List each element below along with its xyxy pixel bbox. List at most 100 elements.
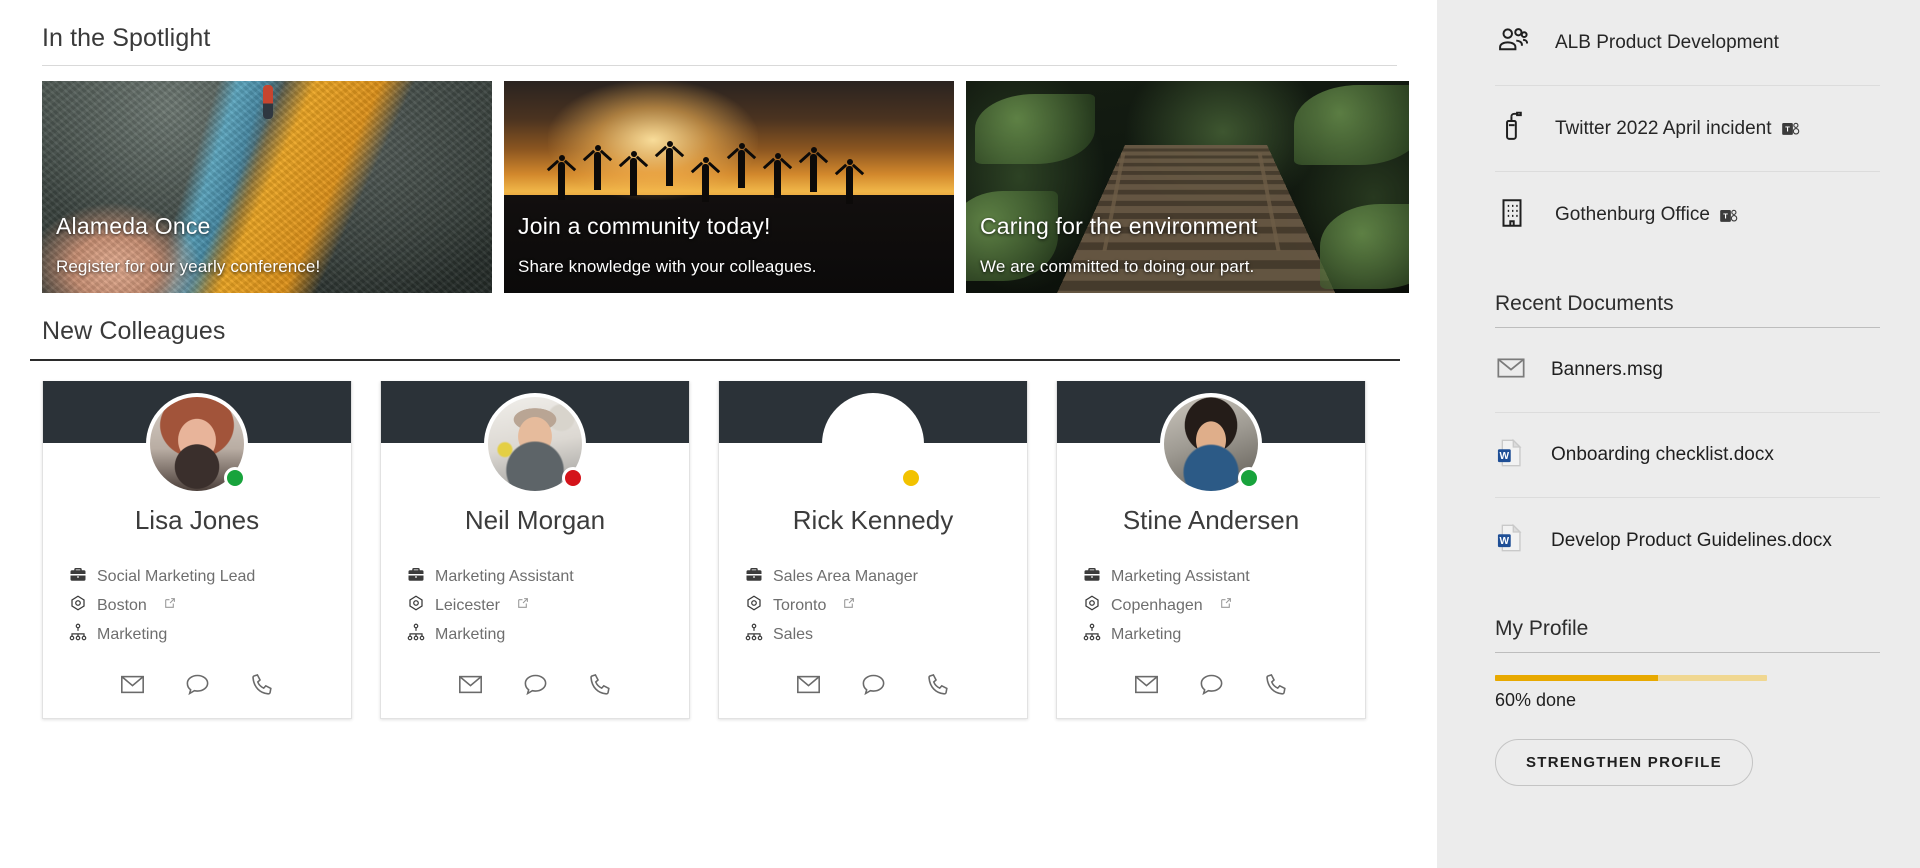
- sidebar-link-label: Gothenburg Office T: [1555, 204, 1738, 226]
- fern-frond: [1293, 85, 1409, 166]
- recent-documents-heading: Recent Documents: [1495, 292, 1674, 315]
- document-item-onboarding-checklist-docx[interactable]: W Onboarding checklist.docx: [1495, 413, 1880, 498]
- svg-text:W: W: [1500, 451, 1510, 462]
- briefcase-icon: [407, 565, 425, 588]
- card-banner: [719, 381, 1027, 495]
- phone-icon[interactable]: [925, 671, 952, 698]
- phone-icon[interactable]: [587, 671, 614, 698]
- chat-icon[interactable]: [860, 671, 887, 698]
- location-row[interactable]: Boston: [69, 591, 351, 620]
- job-title-row: Sales Area Manager: [745, 562, 1027, 591]
- job-title: Sales Area Manager: [773, 567, 918, 585]
- department-name: Sales: [773, 625, 814, 643]
- external-link-icon[interactable]: [1219, 597, 1232, 615]
- spotlight-card-text: Join a community today! Share knowledge …: [518, 213, 944, 277]
- sidebar-link-twitter-2022-april-incident[interactable]: Twitter 2022 April incident T: [1495, 86, 1880, 172]
- avatar: [1160, 393, 1262, 495]
- sidebar-link-text: Gothenburg Office: [1555, 204, 1710, 225]
- sidebar-link-label: Twitter 2022 April incident T: [1555, 118, 1800, 140]
- email-icon[interactable]: [119, 671, 146, 698]
- org-chart-icon: [407, 623, 425, 646]
- colleague-name: Lisa Jones: [134, 505, 260, 535]
- colleagues-divider: [30, 359, 1400, 361]
- phone-icon[interactable]: [1263, 671, 1290, 698]
- right-sidebar: ALB Product Development Twitter 2022 Apr…: [1437, 0, 1920, 868]
- colleague-card[interactable]: Neil Morgan Marketing Assistant Leiceste…: [380, 381, 690, 719]
- colleague-card-row: Lisa Jones Social Marketing Lead Boston: [42, 381, 1437, 719]
- department-name: Marketing: [435, 625, 506, 643]
- presence-indicator-busy: [562, 467, 584, 489]
- teams-icon: T: [1719, 206, 1738, 225]
- profile-progress-bar: [1495, 675, 1767, 681]
- card-actions: [1057, 649, 1365, 718]
- briefcase-icon: [69, 565, 87, 588]
- strengthen-profile-button[interactable]: STRENGTHEN PROFILE: [1495, 739, 1753, 786]
- card-actions: [43, 649, 351, 718]
- external-link-icon[interactable]: [163, 597, 176, 615]
- job-title: Marketing Assistant: [1111, 567, 1250, 585]
- location-name: Toronto: [773, 596, 827, 614]
- sidebar-link-label: ALB Product Development: [1555, 31, 1779, 53]
- card-banner: [381, 381, 689, 495]
- presence-indicator-available: [224, 467, 246, 489]
- job-title-row: Marketing Assistant: [407, 562, 689, 591]
- sidebar-link-alb-product-development[interactable]: ALB Product Development: [1495, 0, 1880, 86]
- phone-icon[interactable]: [249, 671, 276, 698]
- colleagues-heading: New Colleagues: [42, 317, 226, 345]
- email-icon[interactable]: [795, 671, 822, 698]
- location-row[interactable]: Copenhagen: [1083, 591, 1365, 620]
- silhouette-group: [504, 128, 954, 204]
- chat-icon[interactable]: [522, 671, 549, 698]
- my-profile-divider: [1495, 652, 1880, 653]
- chat-icon[interactable]: [1198, 671, 1225, 698]
- department-row: Marketing: [1083, 620, 1365, 649]
- avatar: [146, 393, 248, 495]
- card-actions: [719, 649, 1027, 718]
- briefcase-icon: [745, 565, 763, 588]
- external-link-icon[interactable]: [516, 597, 529, 615]
- avatar: [822, 393, 924, 495]
- job-title: Marketing Assistant: [435, 567, 574, 585]
- department-row: Sales: [745, 620, 1027, 649]
- colleague-meta: Marketing Assistant Copenhagen Marketing: [1057, 562, 1365, 649]
- location-row[interactable]: Toronto: [745, 591, 1027, 620]
- document-item-develop-product-guidelines-docx[interactable]: W Develop Product Guidelines.docx: [1495, 498, 1880, 583]
- fire-extinguisher-icon: [1495, 109, 1529, 148]
- org-chart-icon: [69, 623, 87, 646]
- presence-indicator-available: [1238, 467, 1260, 489]
- spotlight-heading: In the Spotlight: [42, 24, 211, 52]
- spotlight-card[interactable]: Caring for the environment We are commit…: [966, 81, 1409, 293]
- sidebar-link-gothenburg-office[interactable]: Gothenburg Office T: [1495, 172, 1880, 258]
- job-title: Social Marketing Lead: [97, 567, 256, 585]
- svg-text:T: T: [1723, 211, 1728, 220]
- colleague-card[interactable]: Stine Andersen Marketing Assistant Copen…: [1056, 381, 1366, 719]
- colleague-meta: Social Marketing Lead Boston Marketing: [43, 562, 351, 649]
- location-target-icon: [69, 594, 87, 617]
- spotlight-card-text: Alameda Once Register for our yearly con…: [56, 213, 482, 277]
- spotlight-divider: [42, 65, 1397, 66]
- email-icon[interactable]: [1133, 671, 1160, 698]
- email-icon[interactable]: [457, 671, 484, 698]
- spotlight-card-title: Alameda Once: [56, 213, 211, 239]
- colleague-card[interactable]: Lisa Jones Social Marketing Lead Boston: [42, 381, 352, 719]
- avatar: [484, 393, 586, 495]
- spotlight-card[interactable]: Alameda Once Register for our yearly con…: [42, 81, 492, 293]
- colleague-card[interactable]: Rick Kennedy Sales Area Manager Toronto: [718, 381, 1028, 719]
- office-building-icon: [1495, 196, 1529, 235]
- card-banner: [1057, 381, 1365, 495]
- card-actions: [381, 649, 689, 718]
- location-target-icon: [745, 594, 763, 617]
- outlook-message-icon: [1495, 352, 1527, 389]
- org-chart-icon: [745, 623, 763, 646]
- chat-icon[interactable]: [184, 671, 211, 698]
- app-root: In the Spotlight Alameda Once Register f…: [0, 0, 1920, 868]
- org-chart-icon: [1083, 623, 1101, 646]
- fern-frond: [974, 93, 1095, 164]
- svg-text:T: T: [1785, 124, 1790, 133]
- spotlight-card-text: Caring for the environment We are commit…: [980, 213, 1399, 277]
- external-link-icon[interactable]: [842, 597, 855, 615]
- document-item-banners-msg[interactable]: Banners.msg: [1495, 328, 1880, 413]
- spotlight-card[interactable]: Join a community today! Share knowledge …: [504, 81, 954, 293]
- location-row[interactable]: Leicester: [407, 591, 689, 620]
- document-name: Onboarding checklist.docx: [1551, 444, 1774, 465]
